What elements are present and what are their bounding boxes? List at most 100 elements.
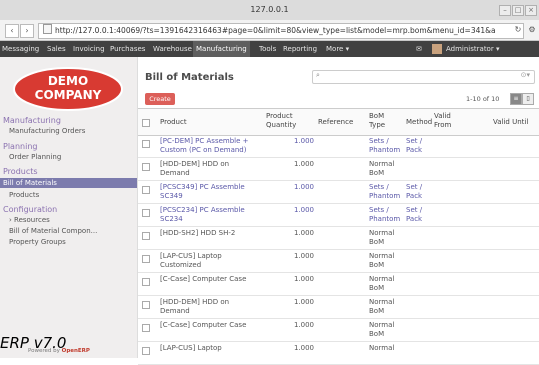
- row-checkbox[interactable]: [142, 301, 150, 309]
- cell-method: Set /: [406, 183, 423, 191]
- table-row[interactable]: [C-Case] Computer Case 1.000 Normal BoM: [138, 319, 539, 342]
- cell-product-line2: Customized: [160, 261, 202, 269]
- cell-bom-type: Normal: [369, 160, 395, 168]
- col-valid-until[interactable]: Valid Until: [493, 118, 528, 127]
- search-options-icon[interactable]: ⊙▾: [521, 71, 530, 79]
- window-titlebar: 127.0.0.1 – □ ×: [0, 0, 539, 21]
- menu-warehouse[interactable]: Warehouse: [153, 41, 192, 57]
- col-reference[interactable]: Reference: [318, 118, 353, 127]
- row-checkbox[interactable]: [142, 255, 150, 263]
- table-row[interactable]: [PCSC349] PC Assemble SC349 1.000 Sets / Pha…: [138, 181, 539, 204]
- maximize-icon[interactable]: □: [512, 5, 524, 16]
- cell-method-line2: Pack: [406, 215, 423, 223]
- col-valid-from[interactable]: Valid From: [434, 112, 460, 130]
- col-bom-type[interactable]: BoM Type: [369, 112, 391, 130]
- page-icon: [43, 24, 52, 34]
- menu-reporting[interactable]: Reporting: [283, 41, 317, 57]
- cell-bom-type-line2: Phantom: [369, 192, 401, 200]
- menu-purchases[interactable]: Purchases: [110, 41, 145, 57]
- col-qty[interactable]: Product Quantity: [266, 112, 306, 130]
- sidebar-item-property-groups[interactable]: Property Groups: [9, 238, 66, 246]
- window-title: 127.0.0.1: [250, 5, 289, 14]
- cell-bom-type: Normal: [369, 275, 395, 283]
- settings-icon[interactable]: ⚙: [526, 24, 538, 36]
- col-product[interactable]: Product: [160, 118, 187, 127]
- cell-bom-type-line2: BoM: [369, 307, 385, 315]
- create-button[interactable]: Create: [145, 93, 175, 105]
- col-method[interactable]: Method: [406, 118, 432, 127]
- row-checkbox[interactable]: [142, 278, 150, 286]
- table-row[interactable]: [PC-DEM] PC Assemble + Custom (PC on Dema…: [138, 135, 539, 158]
- sidebar-item-bom-components[interactable]: Bill of Material Compon...: [9, 227, 97, 235]
- row-checkbox[interactable]: [142, 186, 150, 194]
- sidebar-item-manufacturing-orders[interactable]: Manufacturing Orders: [9, 127, 85, 135]
- row-checkbox[interactable]: [142, 209, 150, 217]
- sidebar-item-order-planning[interactable]: Order Planning: [9, 153, 61, 161]
- cell-product: [HDD-SH2] HDD SH-2: [160, 229, 236, 237]
- pager: 1-10 of 10: [466, 95, 500, 103]
- cell-qty: 1.000: [293, 252, 314, 260]
- menu-tools[interactable]: Tools: [259, 41, 276, 57]
- user-menu[interactable]: Administrator ▾: [446, 41, 499, 57]
- table-row[interactable]: [HDD-DEM] HDD on Demand 1.000 Normal BoM: [138, 158, 539, 181]
- form-view-icon[interactable]: ▯: [522, 93, 534, 105]
- cell-bom-type: Normal: [369, 298, 395, 306]
- cell-product: [LAP-CUS] Laptop: [160, 344, 222, 352]
- reload-icon[interactable]: ↻: [512, 24, 524, 36]
- main-content: Bill of Materials ⌕ ⊙▾ Create 1-10 of 10…: [138, 57, 539, 365]
- row-checkbox[interactable]: [142, 324, 150, 332]
- powered-brand: OpenERP: [61, 348, 90, 354]
- menu-more[interactable]: More ▾: [326, 41, 349, 57]
- back-icon[interactable]: ‹: [5, 24, 19, 38]
- row-checkbox[interactable]: [142, 140, 150, 148]
- forward-icon[interactable]: ›: [20, 24, 34, 38]
- powered-by[interactable]: Powered by OpenERP: [28, 348, 90, 354]
- cell-bom-type-line2: BoM: [369, 261, 385, 269]
- menu-manufacturing[interactable]: Manufacturing: [193, 41, 250, 57]
- logo-line2: COMPANY: [35, 88, 102, 102]
- sidebar-item-products[interactable]: Products: [9, 191, 39, 199]
- list-view-icon[interactable]: ≡: [510, 93, 522, 105]
- cell-qty: 1.000: [293, 160, 314, 168]
- row-checkbox[interactable]: [142, 347, 150, 355]
- close-icon[interactable]: ×: [525, 5, 537, 16]
- sidebar-section-manufacturing: Manufacturing: [3, 116, 61, 125]
- cell-qty: 1.000: [293, 183, 314, 191]
- sidebar-item-resources[interactable]: › Resources: [9, 216, 50, 224]
- cell-bom-type: Normal: [369, 252, 395, 260]
- cell-bom-type-line2: BoM: [369, 284, 385, 292]
- logo-line1: DEMO: [48, 74, 88, 88]
- table-row[interactable]: [PCSC234] PC Assemble SC234 1.000 Sets / Pha…: [138, 204, 539, 227]
- sidebar-item-bill-of-materials[interactable]: Bill of Materials: [0, 178, 137, 188]
- cell-product: [PCSC349] PC Assemble: [160, 183, 245, 191]
- table-row[interactable]: [HDD-DEM] HDD on Demand 1.000 Normal BoM: [138, 296, 539, 319]
- table-row[interactable]: [C-Case] Computer Case 1.000 Normal BoM: [138, 273, 539, 296]
- menu-invoicing[interactable]: Invoicing: [73, 41, 105, 57]
- cell-product: [PCSC234] PC Assemble: [160, 206, 245, 214]
- select-all-checkbox[interactable]: [142, 119, 150, 127]
- search-input[interactable]: ⌕ ⊙▾: [312, 70, 535, 84]
- table-row[interactable]: [LAP-CUS] Laptop Customized 1.000 Normal BoM: [138, 250, 539, 273]
- avatar[interactable]: [432, 44, 442, 54]
- minimize-icon[interactable]: –: [499, 5, 511, 16]
- cell-product-line2: Demand: [160, 169, 190, 177]
- mail-icon[interactable]: ✉: [416, 41, 422, 57]
- url-field[interactable]: http://127.0.0.1:40069/?ts=1391642316463…: [38, 23, 524, 39]
- row-checkbox[interactable]: [142, 163, 150, 171]
- table-row[interactable]: [LAP-CUS] Laptop 1.000 Normal: [138, 342, 539, 365]
- cell-product-line2: SC349: [160, 192, 183, 200]
- table-row[interactable]: [HDD-SH2] HDD SH-2 1.000 Normal BoM: [138, 227, 539, 250]
- url-text: http://127.0.0.1:40069/?ts=1391642316463…: [55, 26, 496, 35]
- menu-sales[interactable]: Sales: [47, 41, 66, 57]
- cell-product-line2: SC234: [160, 215, 183, 223]
- cell-method: Set /: [406, 206, 423, 214]
- cell-product-line2: Demand: [160, 307, 190, 315]
- cell-product: [PC-DEM] PC Assemble +: [160, 137, 249, 145]
- cell-bom-type: Normal: [369, 344, 395, 352]
- cell-product: [HDD-DEM] HDD on: [160, 298, 230, 306]
- cell-qty: 1.000: [293, 206, 314, 214]
- menu-messaging[interactable]: Messaging: [2, 41, 39, 57]
- browser-toolbar: ‹ › http://127.0.0.1:40069/?ts=139164231…: [0, 20, 539, 41]
- sidebar-section-configuration: Configuration: [3, 205, 58, 214]
- row-checkbox[interactable]: [142, 232, 150, 240]
